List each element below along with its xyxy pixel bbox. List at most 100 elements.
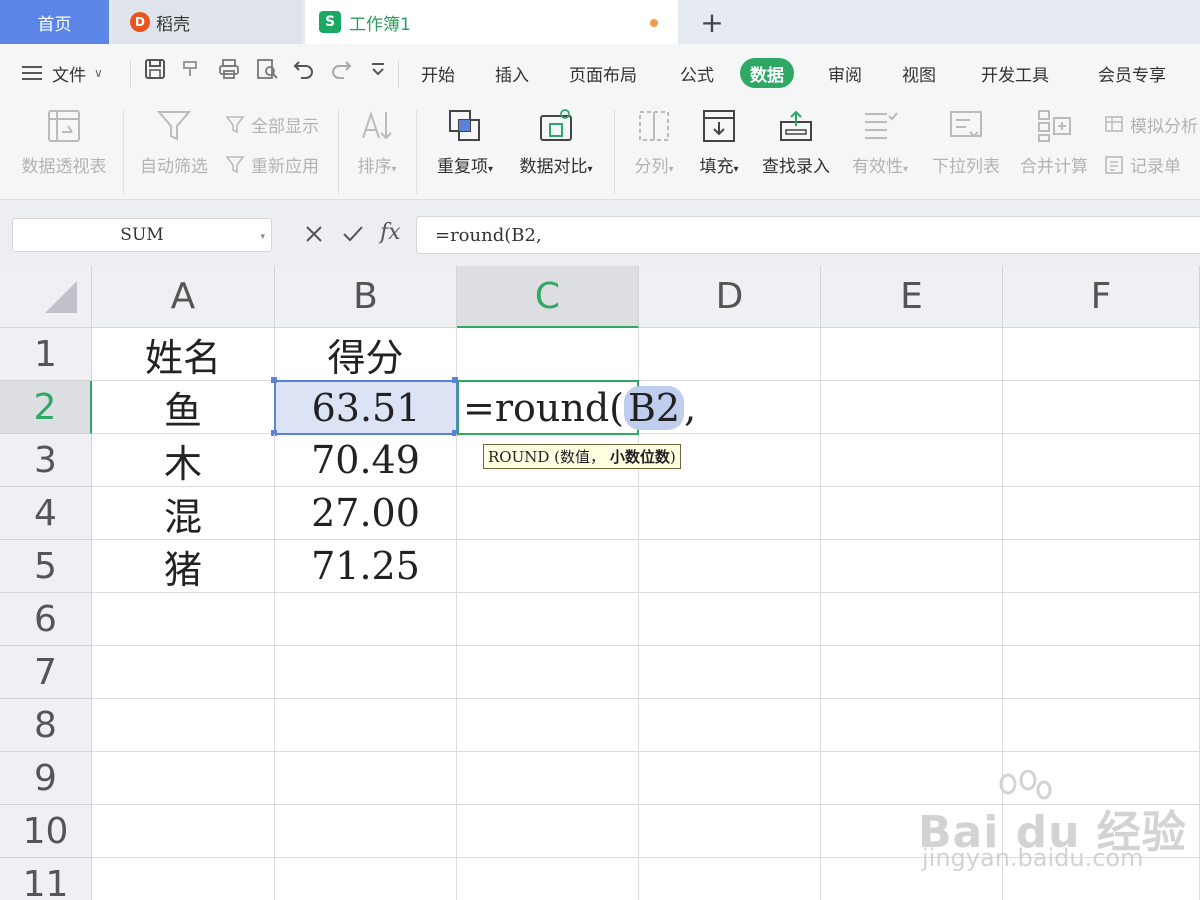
cell-c9[interactable]: [457, 752, 639, 805]
consolidate-button[interactable]: 合并计算: [1016, 102, 1092, 200]
cell-b11[interactable]: [275, 858, 457, 900]
cell-d6[interactable]: [639, 593, 821, 646]
cell-f2[interactable]: [1003, 381, 1200, 434]
cell-e6[interactable]: [821, 593, 1003, 646]
insert-function-icon[interactable]: fx: [380, 220, 401, 245]
row-header-2[interactable]: 2: [0, 381, 92, 434]
menu-tab-view[interactable]: 视图: [902, 44, 936, 102]
tab-workbook[interactable]: S 工作簿1: [305, 0, 678, 44]
cell-a9[interactable]: [92, 752, 275, 805]
cancel-icon[interactable]: [304, 224, 324, 244]
lookup-entry-button[interactable]: 查找录入: [758, 102, 834, 200]
confirm-check-icon[interactable]: [342, 224, 364, 244]
customize-dropdown-icon[interactable]: [370, 58, 386, 80]
cell-c7[interactable]: [457, 646, 639, 699]
menu-tab-data[interactable]: 数据: [740, 58, 794, 88]
name-box[interactable]: SUM ▾: [12, 218, 272, 252]
save-icon[interactable]: [144, 58, 166, 80]
cell-c4[interactable]: [457, 487, 639, 540]
cell-c5[interactable]: [457, 540, 639, 593]
menu-tab-insert[interactable]: 插入: [495, 44, 529, 102]
sort-button[interactable]: 排序▾: [350, 102, 404, 200]
print-icon[interactable]: [218, 58, 240, 80]
cell-a2[interactable]: 鱼: [92, 381, 275, 434]
cell-d1[interactable]: [639, 328, 821, 381]
format-painter-icon[interactable]: [180, 58, 202, 80]
cell-a4[interactable]: 混: [92, 487, 275, 540]
fill-button[interactable]: 填充▾: [694, 102, 744, 200]
cell-c2-editing[interactable]: =round(B2,: [457, 380, 696, 435]
cell-d11[interactable]: [639, 858, 821, 900]
validity-button[interactable]: 有效性▾: [846, 102, 914, 200]
cell-c1[interactable]: [457, 328, 639, 381]
row-header-8[interactable]: 8: [0, 699, 92, 752]
row-header-9[interactable]: 9: [0, 752, 92, 805]
column-header-f[interactable]: F: [1003, 266, 1200, 328]
cell-a1[interactable]: 姓名: [92, 328, 275, 381]
cell-c10[interactable]: [457, 805, 639, 858]
cell-d8[interactable]: [639, 699, 821, 752]
cell-c11[interactable]: [457, 858, 639, 900]
cell-a7[interactable]: [92, 646, 275, 699]
cell-b1[interactable]: 得分: [275, 328, 457, 381]
data-compare-button[interactable]: 数据对比▾: [512, 102, 600, 200]
ref-handle[interactable]: [271, 377, 277, 383]
cell-d5[interactable]: [639, 540, 821, 593]
pivot-table-button[interactable]: 数据透视表: [18, 102, 110, 200]
cell-c6[interactable]: [457, 593, 639, 646]
cell-f8[interactable]: [1003, 699, 1200, 752]
column-header-c[interactable]: C: [457, 266, 639, 328]
row-header-3[interactable]: 3: [0, 434, 92, 487]
row-header-1[interactable]: 1: [0, 328, 92, 381]
cell-f7[interactable]: [1003, 646, 1200, 699]
cell-e2[interactable]: [821, 381, 1003, 434]
cell-e5[interactable]: [821, 540, 1003, 593]
row-header-5[interactable]: 5: [0, 540, 92, 593]
cell-b6[interactable]: [275, 593, 457, 646]
cell-f1[interactable]: [1003, 328, 1200, 381]
autofilter-button[interactable]: 自动筛选: [136, 102, 212, 200]
cell-d7[interactable]: [639, 646, 821, 699]
menu-tab-home[interactable]: 开始: [421, 44, 455, 102]
menu-tab-formulas[interactable]: 公式: [680, 44, 714, 102]
row-header-11[interactable]: 11: [0, 858, 92, 900]
cell-e4[interactable]: [821, 487, 1003, 540]
cell-f4[interactable]: [1003, 487, 1200, 540]
menu-tab-member[interactable]: 会员专享: [1098, 44, 1166, 102]
row-header-7[interactable]: 7: [0, 646, 92, 699]
formula-input[interactable]: =round(B2,: [416, 216, 1200, 254]
cell-b2-referenced[interactable]: 63.51: [274, 380, 458, 435]
tab-home[interactable]: 首页: [0, 0, 109, 44]
cell-a11[interactable]: [92, 858, 275, 900]
cell-a5[interactable]: 猪: [92, 540, 275, 593]
dropdown-list-button[interactable]: 下拉列表: [928, 102, 1004, 200]
cell-f3[interactable]: [1003, 434, 1200, 487]
menu-tab-review[interactable]: 审阅: [828, 44, 862, 102]
show-all-button[interactable]: 全部显示: [225, 112, 319, 137]
cell-b4[interactable]: 27.00: [275, 487, 457, 540]
record-form-button[interactable]: 记录单: [1104, 152, 1181, 177]
cell-e8[interactable]: [821, 699, 1003, 752]
column-header-d[interactable]: D: [639, 266, 821, 328]
cell-a3[interactable]: 木: [92, 434, 275, 487]
column-header-a[interactable]: A: [92, 266, 275, 328]
select-all-corner[interactable]: [0, 266, 92, 328]
cell-b7[interactable]: [275, 646, 457, 699]
cell-b10[interactable]: [275, 805, 457, 858]
print-preview-icon[interactable]: [256, 58, 278, 80]
cell-a10[interactable]: [92, 805, 275, 858]
duplicates-button[interactable]: 重复项▾: [430, 102, 500, 200]
menu-tab-page-layout[interactable]: 页面布局: [569, 44, 637, 102]
cell-b9[interactable]: [275, 752, 457, 805]
split-column-button[interactable]: 分列▾: [626, 102, 682, 200]
cell-f6[interactable]: [1003, 593, 1200, 646]
column-header-b[interactable]: B: [275, 266, 457, 328]
tab-daoke[interactable]: D 稻壳: [112, 0, 302, 44]
cell-b3[interactable]: 70.49: [275, 434, 457, 487]
cell-a8[interactable]: [92, 699, 275, 752]
row-header-10[interactable]: 10: [0, 805, 92, 858]
cell-b8[interactable]: [275, 699, 457, 752]
redo-icon[interactable]: [330, 58, 352, 80]
cell-e1[interactable]: [821, 328, 1003, 381]
cell-f5[interactable]: [1003, 540, 1200, 593]
